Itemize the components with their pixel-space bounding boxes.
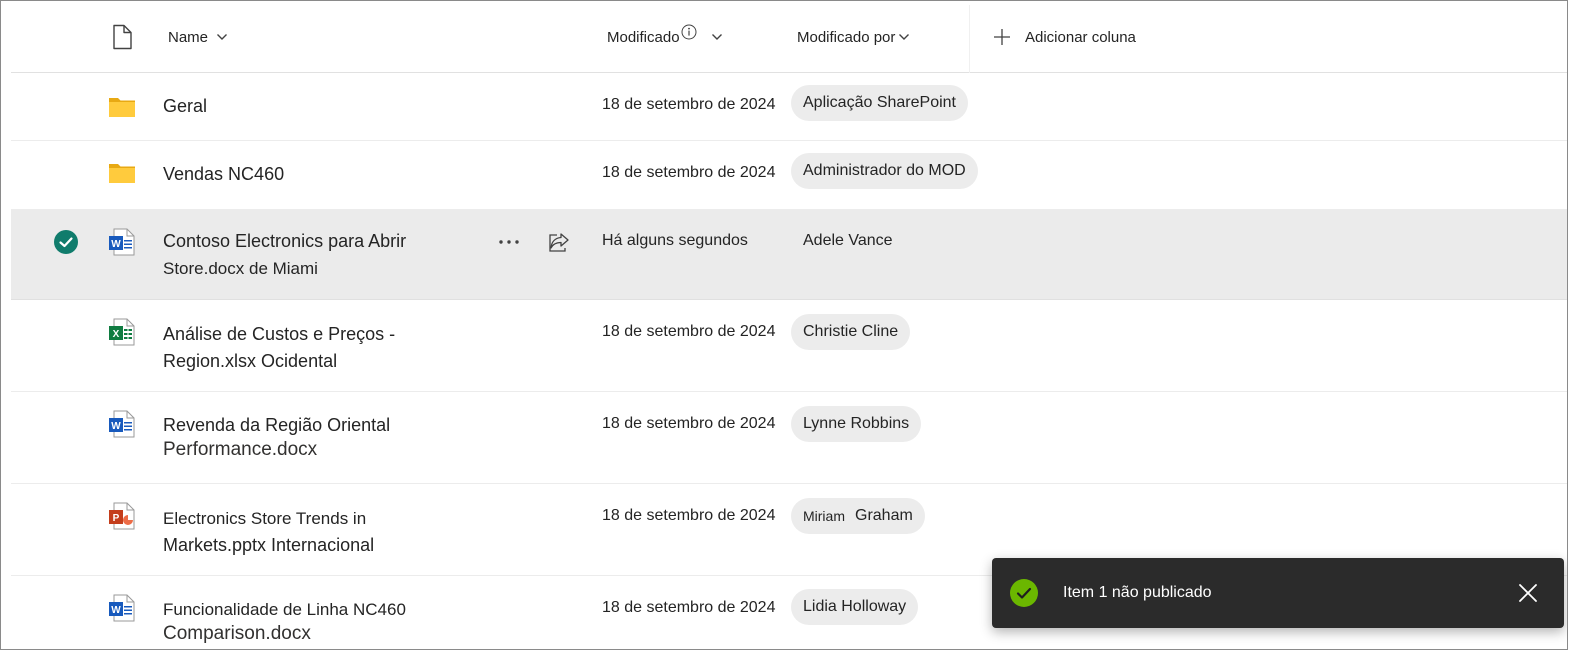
file-name[interactable]: Electronics Store Trends in Markets.pptx… <box>163 505 463 559</box>
modified-date: 18 de setembro de 2024 <box>602 323 776 340</box>
modified-date: 18 de setembro de 2024 <box>602 415 776 432</box>
modified-date: 18 de setembro de 2024 <box>602 507 776 524</box>
file-name[interactable]: Análise de Custos e Preços - Region.xlsx… <box>163 321 463 375</box>
toast-message: Item 1 não publicado <box>1063 584 1212 601</box>
modified-by-pill[interactable]: Christie Cline <box>791 314 911 350</box>
name-column-label: Name <box>168 28 209 46</box>
list-row[interactable]: Geral 18 de setembro de 2024 Aplicação S… <box>11 73 1567 141</box>
file-name-line1: Contoso Electronics para Abrir <box>163 231 407 251</box>
modified-by-name: Adele Vance <box>803 232 893 249</box>
modified-date: 18 de setembro de 2024 <box>602 599 776 616</box>
folder-icon <box>109 98 135 117</box>
file-name-line1: Electronics Store Trends in <box>163 509 367 528</box>
svg-text:X: X <box>113 329 120 340</box>
modified-by-name: Christie Cline <box>803 323 899 340</box>
word-file-icon: W <box>109 228 135 256</box>
modified-date: 18 de setembro de 2024 <box>602 96 776 113</box>
info-icon[interactable] <box>681 24 697 40</box>
modified-by-pill[interactable]: Adele Vance <box>791 223 905 259</box>
word-file-icon: W <box>109 410 135 438</box>
file-name[interactable]: Geral <box>163 93 463 120</box>
list-row[interactable]: Vendas NC460 18 de setembro de 2024 Admi… <box>11 141 1567 210</box>
svg-text:W: W <box>111 421 121 432</box>
file-name-line2: Markets.pptx Internacional <box>163 535 375 555</box>
add-column-label: Adicionar coluna <box>1025 28 1136 46</box>
file-name-line2: Store.docx de Miami <box>163 259 318 278</box>
word-file-icon: W <box>109 594 135 622</box>
powerpoint-file-icon: P <box>109 502 135 530</box>
file-name-line1: Vendas NC460 <box>163 164 285 184</box>
file-name[interactable]: Revenda da Região Oriental Performance.d… <box>163 413 463 462</box>
modified-by-last-name: Graham <box>855 507 913 524</box>
modified-by-first-name: Miriam <box>803 508 845 524</box>
file-name[interactable]: Funcionalidade de Linha NC460 Comparison… <box>163 597 463 646</box>
checkmark-circle-icon[interactable] <box>54 230 78 254</box>
file-name-line2: Performance.docx <box>163 439 318 460</box>
file-name[interactable]: Vendas NC460 <box>163 161 463 188</box>
modified-column-label: Modificado <box>607 28 680 46</box>
modified-by-pill[interactable]: Lynne Robbins <box>791 406 922 442</box>
svg-text:P: P <box>113 513 120 524</box>
list-row[interactable]: W Contoso Electronics para Abrir Store.d… <box>11 210 1567 300</box>
share-icon[interactable] <box>545 230 573 254</box>
list-row[interactable]: X Análise de Custos e Preços - Region.xl… <box>11 300 1567 392</box>
add-column-button[interactable]: Adicionar coluna <box>993 1 1136 73</box>
file-name-line2: Region.xlsx Ocidental <box>163 351 338 371</box>
modified-by-name: Lynne Robbins <box>803 415 910 432</box>
file-name-line1: Análise de Custos e Preços - <box>163 324 396 344</box>
file-name-line1: Funcionalidade de Linha NC460 <box>163 600 406 619</box>
list-row[interactable]: W Revenda da Região Oriental Performance… <box>11 392 1567 484</box>
close-icon[interactable] <box>1516 581 1540 605</box>
excel-file-icon: X <box>109 318 135 346</box>
modified-date: Há alguns segundos <box>602 232 748 249</box>
modified-by-name: Lidia Holloway <box>803 598 907 615</box>
column-divider <box>969 5 970 73</box>
file-name-line2: Comparison.docx <box>163 623 311 644</box>
modified-by-column-header[interactable]: Modificado por <box>797 1 910 73</box>
document-library: Name Modificado Modificado por Adicionar… <box>0 0 1568 650</box>
plus-icon <box>993 28 1011 46</box>
chevron-down-icon[interactable] <box>711 33 723 41</box>
modified-by-column-label: Modificado por <box>797 28 896 46</box>
name-column-header[interactable]: Name <box>168 1 228 73</box>
file-name-line1: Geral <box>163 96 208 116</box>
modified-date: 18 de setembro de 2024 <box>602 164 776 181</box>
modified-column-header[interactable]: Modificado <box>607 1 723 73</box>
modified-by-pill[interactable]: Administrador do MOD <box>791 153 978 189</box>
modified-by-name: Aplicação SharePoint <box>803 94 956 111</box>
svg-text:W: W <box>111 605 121 616</box>
more-options-icon[interactable] <box>495 230 523 254</box>
file-name-line1: Revenda da Região Oriental <box>163 415 391 435</box>
file-type-column-header[interactable] <box>111 1 133 73</box>
modified-by-pill[interactable]: Aplicação SharePoint <box>791 85 968 121</box>
file-name[interactable]: Contoso Electronics para Abrir Store.doc… <box>163 228 463 282</box>
folder-icon <box>109 164 135 183</box>
modified-by-pill[interactable]: Lidia Holloway <box>791 589 919 625</box>
svg-text:W: W <box>111 239 121 250</box>
list-header: Name Modificado Modificado por Adicionar… <box>11 1 1567 73</box>
notification-toast: Item 1 não publicado <box>992 558 1564 628</box>
checkmark-circle-icon <box>1010 579 1038 607</box>
chevron-down-icon[interactable] <box>898 33 910 41</box>
modified-by-name: Administrador do MOD <box>803 162 966 179</box>
chevron-down-icon[interactable] <box>216 33 228 41</box>
file-icon <box>113 24 132 50</box>
modified-by-pill[interactable]: Miriam Graham <box>791 498 925 534</box>
